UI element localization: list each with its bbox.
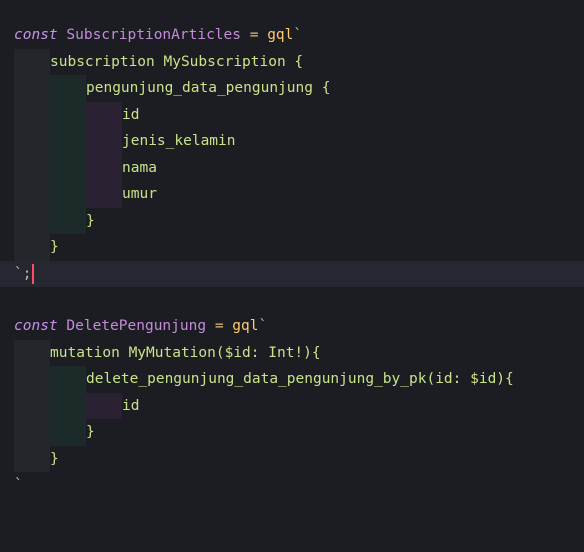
- gql-field: jenis_kelamin: [122, 133, 236, 149]
- indent-guide: [14, 128, 50, 155]
- indent-guide: [14, 75, 50, 102]
- indent-guide: [14, 234, 50, 261]
- const-keyword: const: [14, 318, 58, 334]
- gql-field: id: [122, 106, 140, 123]
- indent-guide: [50, 366, 86, 393]
- indent-guide: [50, 207, 86, 234]
- indent-guide: [50, 419, 86, 446]
- code-line[interactable]: nama: [0, 154, 584, 181]
- indent-guide: [14, 101, 50, 128]
- variable-name: SubscriptionArticles: [66, 27, 241, 43]
- indent-guide: [86, 128, 122, 155]
- code-line[interactable]: }: [0, 445, 584, 472]
- indent-guide: [86, 101, 122, 128]
- code-editor[interactable]: const SubscriptionArticles = gql` subscr…: [0, 0, 584, 501]
- gql-line: subscription MySubscription {: [50, 53, 304, 70]
- const-keyword: const: [14, 27, 58, 43]
- variable-name: DeletePengunjung: [66, 318, 207, 334]
- indent-guide: [14, 207, 50, 234]
- indent-guide: [14, 366, 50, 393]
- gql-brace: }: [86, 424, 95, 440]
- code-line[interactable]: `: [0, 472, 584, 501]
- gql-line: delete_pengunjung_data_pengunjung_by_pk(…: [86, 371, 514, 387]
- text-cursor: [32, 263, 35, 284]
- gql-brace: }: [50, 450, 59, 467]
- template-open-tick: `: [293, 27, 303, 43]
- code-line[interactable]: const DeletePengunjung = gql`: [0, 313, 584, 340]
- assign-operator: =: [249, 27, 259, 43]
- gql-line: pengunjung_data_pengunjung {: [86, 80, 331, 96]
- code-line[interactable]: subscription MySubscription {: [0, 48, 584, 75]
- code-line[interactable]: id: [0, 392, 584, 419]
- indent-guide: [50, 101, 86, 128]
- indent-guide: [14, 419, 50, 446]
- code-line[interactable]: const SubscriptionArticles = gql`: [0, 22, 584, 49]
- indent-guide: [86, 392, 122, 419]
- current-line[interactable]: `;: [0, 260, 584, 287]
- indent-guide: [14, 445, 50, 472]
- indent-guide: [14, 48, 50, 75]
- code-line[interactable]: jenis_kelamin: [0, 128, 584, 155]
- code-line[interactable]: }: [0, 419, 584, 446]
- indent-guide: [14, 181, 50, 208]
- gql-tag: gql: [267, 27, 294, 43]
- gql-field: id: [122, 397, 140, 414]
- indent-guide: [14, 392, 50, 419]
- indent-guide: [86, 154, 122, 181]
- code-line[interactable]: }: [0, 207, 584, 234]
- template-open-tick: `: [258, 318, 268, 334]
- indent-guide: [50, 128, 86, 155]
- indent-guide: [50, 154, 86, 181]
- code-line[interactable]: id: [0, 101, 584, 128]
- code-line[interactable]: }: [0, 234, 584, 261]
- gql-line: mutation MyMutation($id: Int!){: [50, 344, 321, 361]
- indent-guide: [50, 75, 86, 102]
- assign-operator: =: [214, 318, 224, 334]
- code-line[interactable]: pengunjung_data_pengunjung {: [0, 75, 584, 102]
- indent-guide: [14, 339, 50, 366]
- template-close: `: [14, 477, 23, 493]
- template-close: `;: [14, 265, 32, 282]
- gql-tag: gql: [232, 318, 259, 334]
- code-line[interactable]: umur: [0, 181, 584, 208]
- gql-brace: }: [86, 212, 95, 229]
- code-line[interactable]: delete_pengunjung_data_pengunjung_by_pk(…: [0, 366, 584, 393]
- gql-brace: }: [50, 239, 59, 255]
- indent-guide: [14, 154, 50, 181]
- indent-guide: [50, 181, 86, 208]
- gql-field: nama: [122, 159, 157, 176]
- indent-guide: [86, 181, 122, 208]
- code-line[interactable]: mutation MyMutation($id: Int!){: [0, 339, 584, 366]
- gql-field: umur: [122, 186, 157, 202]
- indent-guide: [50, 392, 86, 419]
